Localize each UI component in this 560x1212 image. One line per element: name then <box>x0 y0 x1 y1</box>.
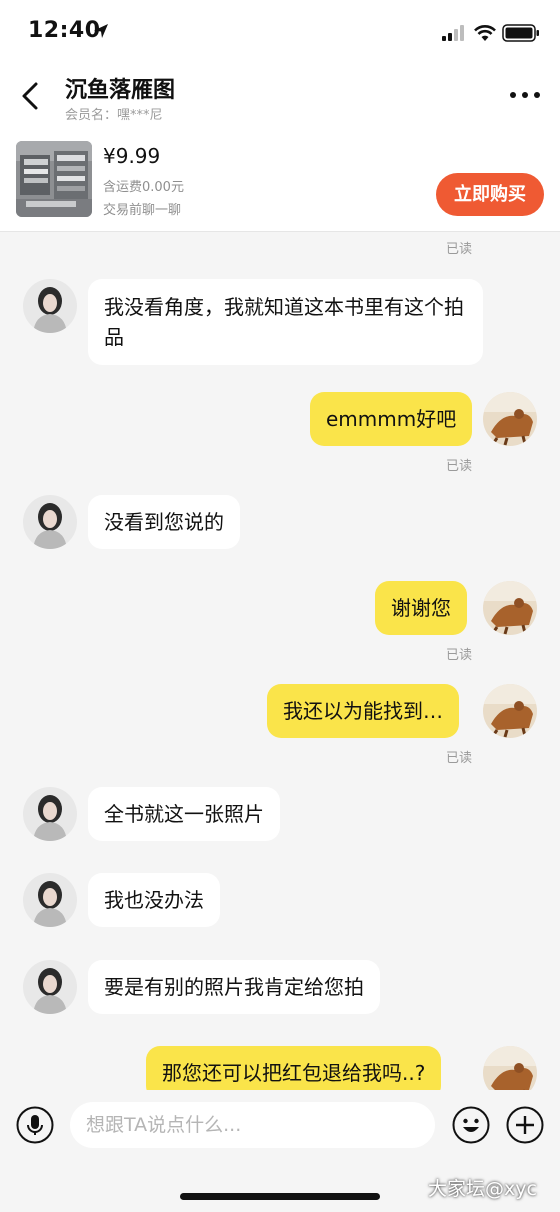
seller-avatar[interactable] <box>23 279 77 333</box>
message-bubble: 要是有别的照片我肯定给您拍 <box>88 960 380 1014</box>
read-receipt: 已读 <box>446 751 473 766</box>
battery-icon <box>502 24 539 42</box>
read-receipt: 已读 <box>446 459 473 474</box>
seller-avatar[interactable] <box>23 787 77 841</box>
seller-avatar[interactable] <box>23 495 77 549</box>
home-indicator[interactable] <box>180 1193 380 1200</box>
member-name: 会员名：嘿***尼 <box>65 108 163 123</box>
back-arrow-icon[interactable] <box>14 76 50 116</box>
microphone-icon[interactable] <box>16 1106 54 1144</box>
user-avatar[interactable] <box>483 684 537 738</box>
message-bubble: 全书就这一张照片 <box>88 787 280 841</box>
message-bubble: emmmm好吧 <box>310 392 473 446</box>
more-options-icon[interactable] <box>505 86 545 104</box>
message-bubble: 谢谢您 <box>375 581 467 635</box>
message-input[interactable] <box>70 1102 435 1148</box>
wifi-icon <box>474 25 496 41</box>
plus-icon[interactable] <box>506 1106 544 1144</box>
read-receipt: 已读 <box>446 242 473 257</box>
location-arrow-icon <box>94 24 108 38</box>
shipping-fee: 含运费0.00元 <box>103 180 184 195</box>
seller-avatar[interactable] <box>23 873 77 927</box>
message-bubble: 我还以为能找到… <box>267 684 459 738</box>
watermark: 大家坛@xyc <box>428 1178 537 1200</box>
message-bubble: 没看到您说的 <box>88 495 240 549</box>
user-avatar[interactable] <box>483 392 537 446</box>
read-receipt: 已读 <box>446 648 473 663</box>
seller-avatar[interactable] <box>23 960 77 1014</box>
emoji-icon[interactable] <box>452 1106 490 1144</box>
product-price: ¥9.99 <box>103 144 161 168</box>
cellular-signal-icon <box>442 25 464 41</box>
buy-now-button[interactable]: 立即购买 <box>436 173 544 216</box>
page-title: 沉鱼落雁图 <box>65 78 176 103</box>
message-bubble: 我也没办法 <box>88 873 220 927</box>
product-thumbnail[interactable] <box>16 141 92 217</box>
message-bubble: 我没看角度，我就知道这本书里有这个拍品 <box>88 279 483 365</box>
status-time: 12:40 <box>28 18 101 43</box>
chat-hint: 交易前聊一聊 <box>103 203 182 218</box>
user-avatar[interactable] <box>483 581 537 635</box>
